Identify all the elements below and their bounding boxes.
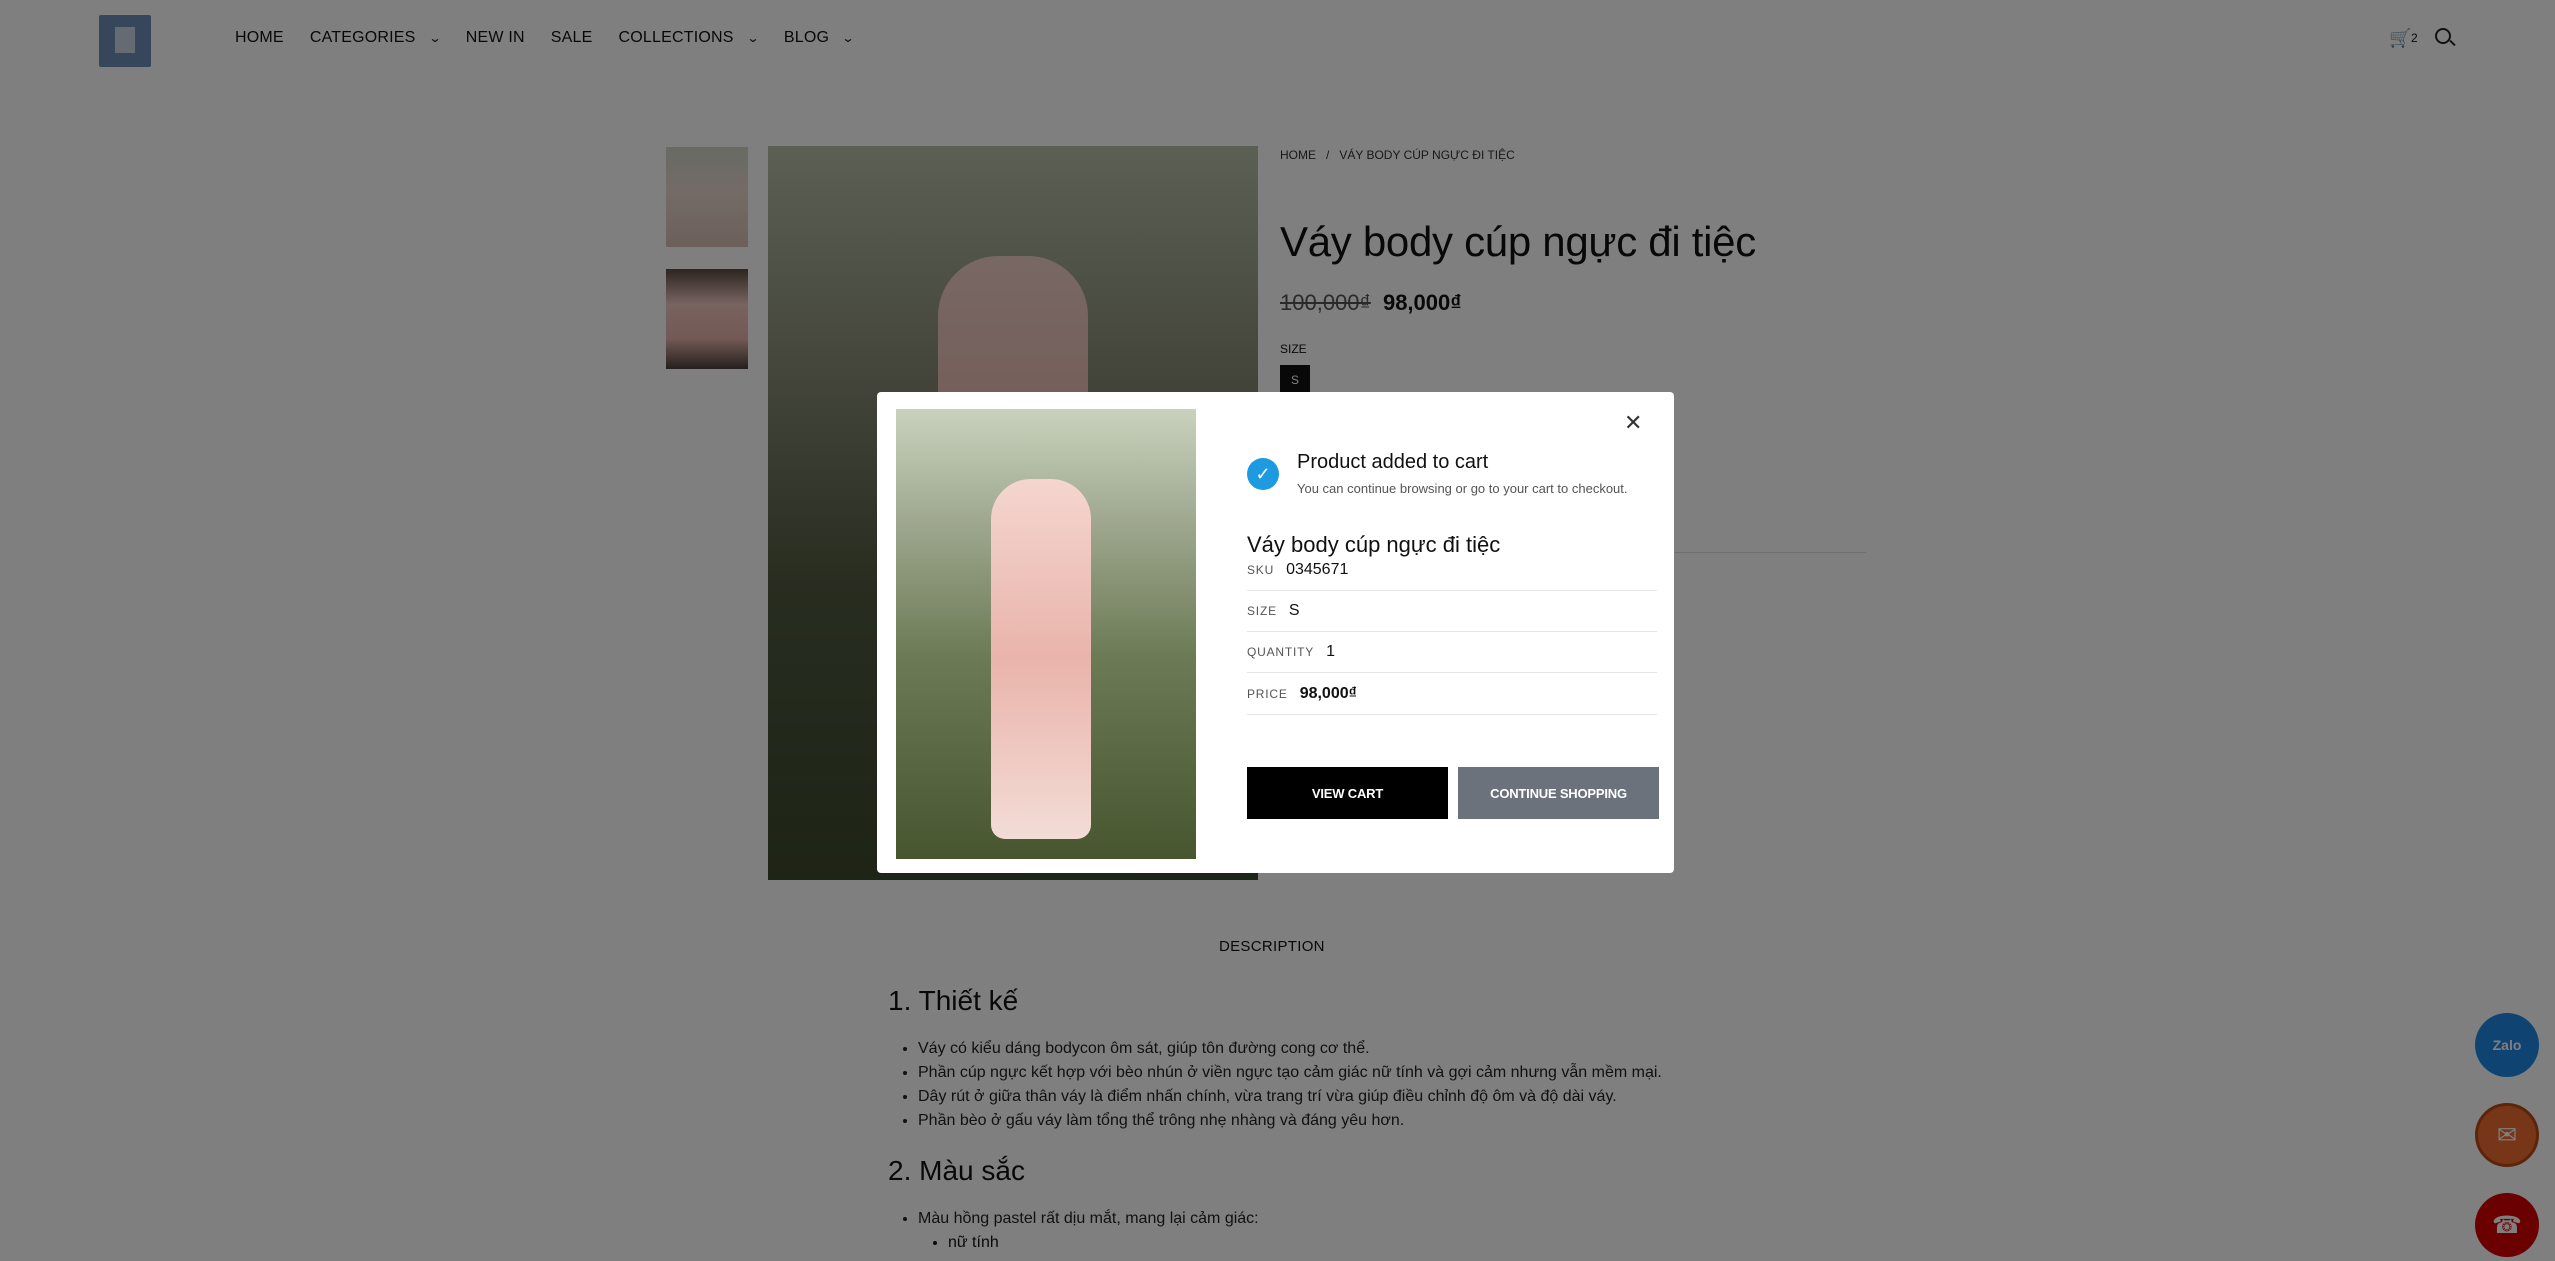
added-to-cart-modal: ✕ ✓ Product added to cart You can contin… [877, 392, 1674, 873]
price-value: 98,000₫ [1299, 685, 1357, 702]
quantity-label: QUANTITY [1247, 645, 1315, 659]
quantity-row: QUANTITY 1 [1247, 632, 1657, 673]
quantity-value: 1 [1326, 643, 1335, 660]
modal-subheading: You can continue browsing or go to your … [1297, 481, 1628, 496]
modal-heading: Product added to cart [1297, 451, 1489, 473]
size-row: SIZE S [1247, 591, 1657, 632]
close-icon[interactable]: ✕ [1624, 410, 1642, 436]
price-label: PRICE [1247, 687, 1288, 701]
check-circle-icon: ✓ [1247, 458, 1279, 490]
sku-row: SKU 0345671 [1247, 550, 1657, 591]
sku-label: SKU [1247, 563, 1275, 577]
modal-product-image [896, 409, 1196, 859]
sku-value: 0345671 [1286, 561, 1349, 578]
price-row: PRICE 98,000₫ [1247, 674, 1657, 715]
size-label: SIZE [1247, 604, 1277, 618]
continue-shopping-button[interactable]: CONTINUE SHOPPING [1458, 767, 1659, 819]
dress-shape [991, 479, 1091, 839]
view-cart-button[interactable]: VIEW CART [1247, 767, 1448, 819]
size-value: S [1288, 602, 1300, 619]
